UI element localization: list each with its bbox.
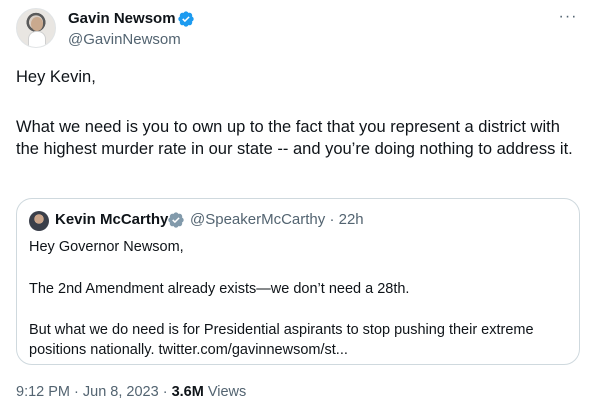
author-avatar[interactable]: [16, 8, 56, 48]
author-handle[interactable]: @GavinNewsom: [68, 31, 181, 48]
views-count: 3.6M: [171, 384, 204, 400]
tweet-line-greeting: Hey Kevin,: [16, 68, 96, 86]
tweet-timestamp[interactable]: 9:12 PM · Jun 8, 2023 ·: [16, 384, 172, 400]
quoted-line: But what we do need is for Presidential …: [29, 322, 534, 338]
tweet-paragraph: What we need is you to own up to the fac…: [16, 118, 573, 158]
avatar-head: [31, 17, 43, 31]
author-name[interactable]: Gavin Newsom: [68, 10, 176, 27]
views-label: Views: [203, 384, 247, 400]
verified-badge-icon: [178, 11, 194, 27]
quoted-line: positions nationally. twitter.com/gavinn…: [29, 342, 348, 358]
verified-badge-icon: [168, 212, 184, 228]
quoted-author-avatar: [29, 211, 49, 231]
quoted-line: Hey Governor Newsom,: [29, 239, 184, 255]
tweet-header: Gavin Newsom @GavinNewsom ···: [16, 8, 580, 52]
quoted-handle-time: @SpeakerMcCarthy · 22h: [190, 211, 364, 228]
avatar-body: [28, 31, 46, 47]
quoted-author-name: Kevin McCarthy: [55, 211, 169, 228]
tweet: Gavin Newsom @GavinNewsom ··· Hey Kevin,…: [0, 0, 596, 409]
more-options-button[interactable]: ···: [556, 9, 580, 30]
quoted-tweet[interactable]: Kevin McCarthy @SpeakerMcCarthy · 22h He…: [16, 198, 580, 365]
quoted-line: The 2nd Amendment already exists—we don’…: [29, 281, 410, 297]
tweet-metadata: 9:12 PM · Jun 8, 2023 · 3.6M Views: [16, 384, 246, 400]
